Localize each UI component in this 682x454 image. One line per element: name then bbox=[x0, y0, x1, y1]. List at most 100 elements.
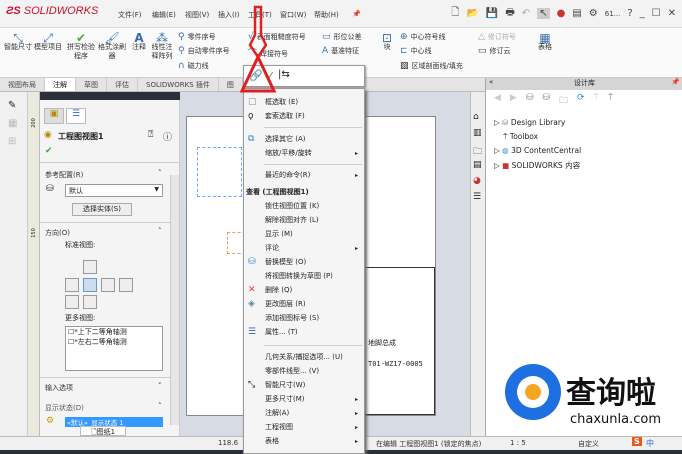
tab-view-layout[interactable]: 视图布局 bbox=[0, 78, 45, 91]
tab-sketch[interactable]: 草图 bbox=[76, 78, 107, 91]
property-manager-tab[interactable]: ☰ bbox=[66, 108, 86, 124]
menu-item-convert-to-sketch[interactable]: 将视图转换为草图 (P) bbox=[244, 270, 364, 283]
top-view-button[interactable] bbox=[83, 260, 97, 274]
back-icon[interactable]: ◀ bbox=[494, 93, 501, 109]
menu-item-replace-model[interactable]: ⛁ 替换模型 (O) bbox=[244, 256, 364, 269]
center-mark-button[interactable]: ⊕ 中心符号线 bbox=[400, 32, 446, 42]
sheet-scale[interactable]: 1 : 5 bbox=[510, 439, 526, 447]
menu-item-break-alignment[interactable]: 解除视图对齐 (L) bbox=[244, 214, 364, 227]
add-to-library-icon[interactable]: ⛁ bbox=[526, 93, 534, 109]
expand-icon[interactable]: ˅ bbox=[158, 382, 162, 390]
toolbox-icon[interactable]: ⍑ bbox=[608, 93, 613, 109]
menu-item-delete[interactable]: ✕ 删除 (Q) bbox=[244, 284, 364, 297]
note-button[interactable]: A 注释 bbox=[128, 32, 150, 52]
auto-balloon-button[interactable]: ⚲ 自动零件序号 bbox=[178, 46, 230, 56]
left-view-button[interactable] bbox=[65, 278, 79, 292]
menu-item-more-dimensions[interactable]: 更多尺寸(M) ▸ bbox=[244, 393, 364, 406]
undo-icon[interactable]: ↶ bbox=[522, 8, 530, 19]
select-body-button[interactable]: 选择实体(S) bbox=[72, 203, 132, 216]
menu-item-comment[interactable]: 评论 ▸ bbox=[244, 242, 364, 255]
units-selector[interactable]: 自定义 bbox=[578, 439, 599, 449]
menu-item-lock-view-position[interactable]: 锁住视图位置 (K) bbox=[244, 200, 364, 213]
section-display-state[interactable]: 显示状态(D) bbox=[45, 403, 84, 413]
menu-edit[interactable]: 编辑(E) bbox=[152, 10, 176, 20]
menu-file[interactable]: 文件(F) bbox=[118, 10, 142, 20]
traffic-light-icon[interactable]: ● bbox=[557, 8, 566, 19]
revision-cloud-button[interactable]: ▭ 修订云 bbox=[478, 46, 511, 56]
more-views-list[interactable]: ☐*上下二等角轴测 ☐*左右二等角轴测 bbox=[65, 326, 163, 371]
bottom-view-button[interactable] bbox=[101, 278, 115, 292]
back-view-button[interactable] bbox=[119, 278, 133, 292]
list-item[interactable]: ☐*上下二等角轴测 bbox=[66, 327, 162, 337]
save-icon[interactable]: 💾 bbox=[486, 8, 498, 19]
view-boundary[interactable] bbox=[197, 147, 242, 197]
menu-item-annotations[interactable]: 注解(A) ▸ bbox=[244, 407, 364, 420]
format-icon[interactable]: ⊞ bbox=[8, 136, 16, 147]
collapse-pane-icon[interactable]: « bbox=[489, 78, 493, 86]
solidworks-logo[interactable]: ƧS SOLIDWORKS bbox=[6, 5, 98, 17]
ref-config-select[interactable]: 默认 ▼ bbox=[65, 184, 163, 197]
menu-item-recent-commands[interactable]: 最近的命令(R) ▸ bbox=[244, 169, 364, 182]
menu-item-relations-snaps[interactable]: 几何关系/捕捉选项... (U) bbox=[244, 351, 364, 364]
spell-check-button[interactable]: ✔ 拼写检验程序 bbox=[66, 32, 96, 61]
toolbox-small-icon[interactable]: ⍑ bbox=[594, 93, 599, 109]
section-orientation[interactable]: 方向(O) bbox=[45, 228, 70, 238]
menu-item-component-line-font[interactable]: 零部件线型... (V) bbox=[244, 365, 364, 378]
custom-properties-icon[interactable]: ☰ bbox=[473, 192, 481, 202]
collapse-icon[interactable]: ˄ bbox=[158, 227, 162, 235]
tree-item-solidworks-content[interactable]: ▷ ■ SOLIDWORKS 内容 bbox=[494, 160, 580, 171]
new-folder-icon[interactable]: 🗀 bbox=[559, 93, 568, 109]
ime-logo-icon[interactable]: S bbox=[632, 437, 642, 446]
datum-feature-button[interactable]: A 基准特征 bbox=[322, 46, 359, 56]
geometric-tolerance-button[interactable]: ▭ 形位公差 bbox=[322, 32, 362, 42]
new-icon[interactable]: 🗋 bbox=[451, 5, 459, 22]
menu-item-select-other[interactable]: ⧉ 选择其它 (A) bbox=[244, 133, 364, 146]
hide-icon[interactable]: |⇆ bbox=[278, 69, 290, 80]
revision-symbol-button[interactable]: △ 修订符号 bbox=[478, 32, 516, 42]
print-icon[interactable]: 🖶 bbox=[505, 5, 514, 22]
menu-item-zoom-pan-rotate[interactable]: 缩放/平移/旋转 ▸ bbox=[244, 147, 364, 160]
minimize-button[interactable]: _ bbox=[640, 8, 645, 19]
menu-item-box-select[interactable]: ▢ 框选取 (E) bbox=[244, 96, 364, 109]
tab-evaluate[interactable]: 评估 bbox=[107, 78, 138, 91]
menu-insert[interactable]: 插入(I) bbox=[218, 10, 240, 20]
menu-item-lasso-select[interactable]: ϙ 套索选取 (F) bbox=[244, 110, 364, 123]
menu-item-change-layer[interactable]: ◈ 更改图层 (R) bbox=[244, 298, 364, 311]
tree-item-3d-contentcentral[interactable]: ▷ ◍ 3D ContentCentral bbox=[494, 146, 581, 155]
list-item[interactable]: ☐*左右二等角轴测 bbox=[66, 337, 162, 347]
front-view-button[interactable] bbox=[83, 278, 97, 292]
menu-item-tables[interactable]: 表格 ▸ bbox=[244, 435, 364, 448]
sheet-tab[interactable]: 🗋图纸1 bbox=[80, 426, 126, 436]
linear-note-pattern-button[interactable]: ⁂ 线性注释阵列 bbox=[150, 32, 174, 61]
design-library-icon[interactable]: ▥ bbox=[473, 128, 482, 138]
ok-check-icon[interactable]: ✔ bbox=[45, 146, 53, 156]
options-gear-icon[interactable]: ⚙ bbox=[589, 8, 598, 19]
area-hatch-button[interactable]: ▨ 区域剖面线/填充 bbox=[400, 61, 463, 71]
smart-dimension-button[interactable]: ⤡ 智能尺寸 bbox=[4, 32, 32, 52]
forward-icon[interactable]: ▶ bbox=[510, 93, 517, 109]
centerline-button[interactable]: ⊏ 中心线 bbox=[400, 46, 432, 56]
ime-language[interactable]: 中 bbox=[646, 438, 654, 449]
add-location-icon[interactable]: ⛁ bbox=[542, 93, 550, 109]
right-view-button[interactable] bbox=[83, 295, 97, 309]
search-field[interactable]: 61... bbox=[605, 10, 621, 18]
menu-help[interactable]: 帮助(H) bbox=[314, 10, 339, 20]
pin-icon[interactable]: 📌 bbox=[671, 78, 680, 86]
balloon-button[interactable]: ⚲ 零件序号 bbox=[178, 32, 216, 42]
tree-item-toolbox[interactable]: ⍑ Toolbox bbox=[503, 132, 538, 142]
collapse-icon[interactable]: ˄ bbox=[158, 402, 162, 410]
close-button[interactable]: ✕ bbox=[668, 8, 676, 19]
menu-view[interactable]: 视图(V) bbox=[185, 10, 209, 20]
maximize-button[interactable]: ☐ bbox=[652, 8, 661, 19]
whats-wrong-icon[interactable]: ⍰ bbox=[148, 130, 153, 140]
select-icon[interactable]: ↖ bbox=[537, 8, 550, 19]
appearances-icon[interactable]: ◕ bbox=[473, 176, 481, 186]
model-items-button[interactable]: ⤢ 模型项目 bbox=[34, 32, 62, 52]
feature-tree-tab[interactable]: ▣ bbox=[44, 108, 64, 124]
sheet-icon[interactable]: ▦ bbox=[8, 118, 17, 129]
menu-item-add-view-label[interactable]: 添加视图标号 (S) bbox=[244, 312, 364, 325]
menu-item-show[interactable]: 显示 (M) bbox=[244, 228, 364, 241]
menu-item-properties[interactable]: ☰ 属性... (T) bbox=[244, 326, 364, 339]
collapse-icon[interactable]: ˄ bbox=[158, 169, 162, 177]
open-icon[interactable]: 📂 bbox=[466, 8, 478, 19]
